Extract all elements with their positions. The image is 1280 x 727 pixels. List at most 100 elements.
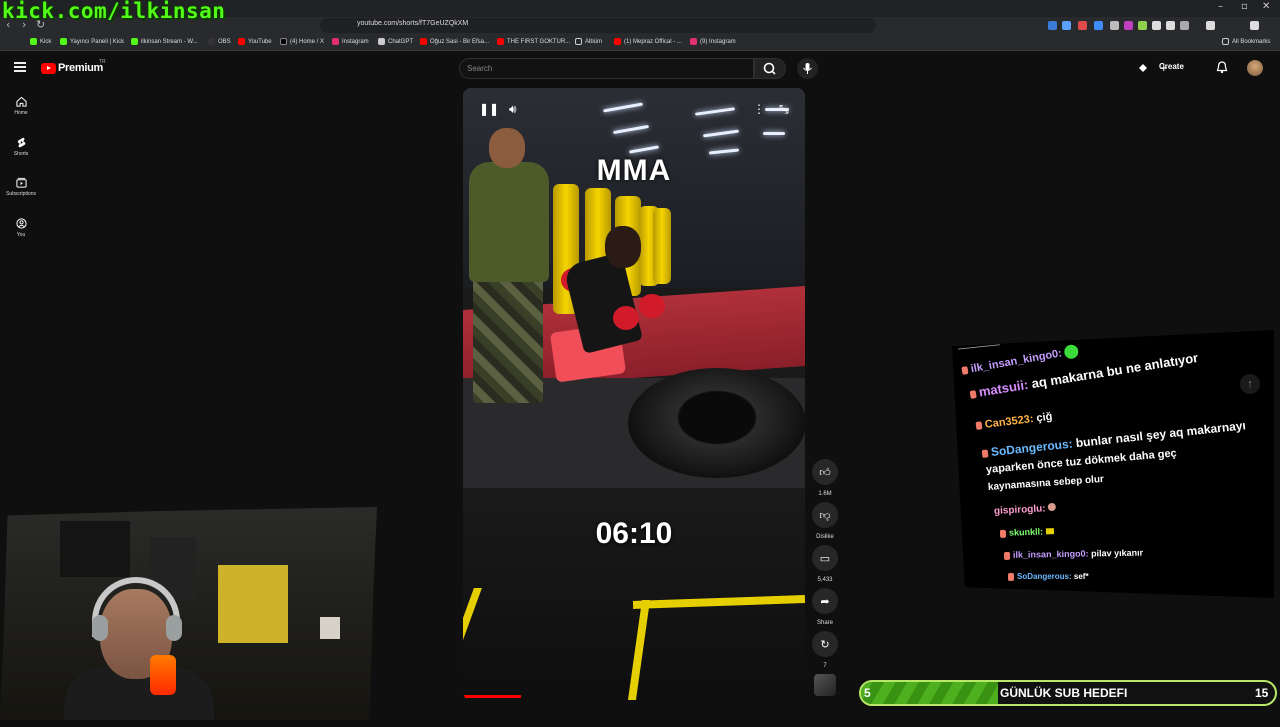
sidebar-item-label: Subscriptions [5,191,36,197]
create-button[interactable]: Create [1159,62,1184,71]
sidebar-icon[interactable] [1206,21,1215,30]
shorts-video-player[interactable]: MMA 06:10 ❚❚ 🔊︎ ⋮ ⤡ [463,88,805,700]
volume-icon[interactable]: 🔊︎ [509,102,517,117]
youtube-logo-icon[interactable] [41,63,56,74]
minimize-button[interactable]: – [1218,1,1223,12]
extension-icon[interactable] [1166,21,1175,30]
scroll-up-icon[interactable]: ↑ [1240,374,1260,394]
sidebar-item-label: Shorts [13,151,29,157]
extension-icon[interactable] [1094,21,1103,30]
comments-button[interactable]: ▭ 5,433 [812,545,838,583]
extension-icon[interactable] [1078,21,1087,30]
voice-search-button[interactable] [797,58,818,79]
bookmark-item[interactable]: THE FIRST GOKTUR... [497,38,570,45]
bookmark-item[interactable]: ilkinsan Stream - W... [131,38,198,45]
notifications-bell-icon[interactable] [1216,61,1228,74]
remix-button[interactable]: ↻ 7 [812,631,838,669]
webcam-overlay [0,507,377,720]
sub-goal-fill [861,682,998,704]
bookmark-item[interactable]: Kick [30,38,51,45]
remix-icon[interactable]: ↻ [812,631,838,657]
sidebar-item-subscriptions[interactable]: Subscriptions [0,177,42,197]
boxing-glove [639,294,665,318]
headset-earcup [92,615,108,641]
bookmark-item[interactable]: ChatGPT [378,38,413,45]
bookmark-item[interactable]: (1) Mepraz Offical - ... [614,38,682,45]
like-count: 1.6M [818,491,832,497]
bookmark-item[interactable]: Yayıncı Paneli | Kick [60,38,124,45]
bookmark-item[interactable]: OBS [208,38,231,45]
ceiling-light [763,132,785,135]
more-options-icon[interactable]: ⋮ [753,102,765,116]
bookmark-item[interactable]: Instagram [332,38,369,45]
search-icon [763,62,776,75]
like-icon[interactable]: 👍︎ [812,459,838,485]
fullscreen-icon[interactable]: ⤡ [779,102,789,117]
sub-goal-title: GÜNLÜK SUB HEDEFI [1000,686,1128,700]
dislike-label: Dislike [816,534,834,540]
sound-thumbnail[interactable] [814,674,836,696]
fighter-head [605,226,641,268]
coach-legs [473,273,543,403]
video-caption-timer: 06:10 [595,517,673,550]
subscriptions-icon [15,177,27,188]
pause-icon[interactable]: ❚❚ [479,102,499,116]
wall-frame [60,521,130,577]
chat-message: skunkll: [999,526,1054,538]
extension-icon[interactable] [1180,21,1189,30]
comment-icon[interactable]: ▭ [812,545,838,571]
sub-goal-target: 15 [1255,686,1269,700]
url-text[interactable]: youtube.com/shorts/fT7GeUZQkXM [357,20,468,27]
extension-icon[interactable] [1124,21,1133,30]
extension-icon[interactable] [1138,21,1147,30]
chat-header: —————— [957,341,1001,353]
kick-url-overlay: kick.com/ilkinsan [2,0,226,23]
dislike-icon[interactable]: 👎︎ [812,502,838,528]
hamburger-menu-icon[interactable] [14,62,26,72]
shorts-icon [17,137,25,148]
sidebar-item-home[interactable]: Home [0,96,42,116]
extension-icon[interactable] [1110,21,1119,30]
tire [628,368,805,478]
chat-message: ilk_insan_kingo0: pilav yıkanır [1003,548,1143,560]
all-bookmarks[interactable]: All Bookmarks [1222,38,1270,45]
bookmark-item[interactable]: Oğuz Sasi - Bir Efsa... [420,38,489,45]
home-icon [15,96,27,107]
account-avatar[interactable] [1247,60,1263,76]
share-button[interactable]: ➦ Share [812,588,838,626]
bookmark-item[interactable]: YouTube [238,38,272,45]
search-input[interactable]: Search [467,64,492,73]
share-icon[interactable]: ➦ [812,588,838,614]
country-code: TR [99,59,106,65]
close-window-button[interactable]: ✕ [1262,1,1270,12]
extension-icon[interactable] [1152,21,1161,30]
search-button[interactable] [754,58,786,79]
stream-chat-overlay: —————— ilk_insan_kingo0: matsuii: aq mak… [952,330,1274,598]
sidebar-item-you[interactable]: You [0,218,42,238]
dislike-button[interactable]: 👎︎ Dislike [812,502,838,540]
headset-earcup [166,615,182,641]
like-button[interactable]: 👍︎ 1.6M [812,459,838,497]
sidebar-item-shorts[interactable]: Shorts [0,137,42,157]
cast-icon[interactable] [1137,62,1149,74]
sub-goal-current: 5 [864,686,871,700]
bookmark-item[interactable]: (9) Instagram [690,38,736,45]
extension-icon[interactable] [1048,21,1057,30]
bookmark-item[interactable]: (4) Home / X [280,38,324,45]
share-label: Share [816,620,833,626]
chat-message: SoDangerous: sef* [1008,572,1089,581]
chat-message-continued: kaynamasına sebep olur [987,473,1105,493]
bookmark-folder[interactable]: Albüm [575,38,602,45]
microphone-icon [803,63,812,74]
video-progress-bar[interactable] [463,695,522,698]
you-icon [15,218,27,229]
extension-icon[interactable] [1062,21,1071,30]
maximize-button[interactable]: ▫ [1241,1,1248,12]
brand-label[interactable]: Premium [58,62,103,74]
search-box[interactable] [459,58,754,79]
wall-poster [218,565,288,643]
chat-message: gispiroglu: [994,502,1057,517]
sidebar-item-label: You [16,232,26,238]
punching-bag [653,208,671,284]
profile-icon[interactable] [1250,21,1259,30]
